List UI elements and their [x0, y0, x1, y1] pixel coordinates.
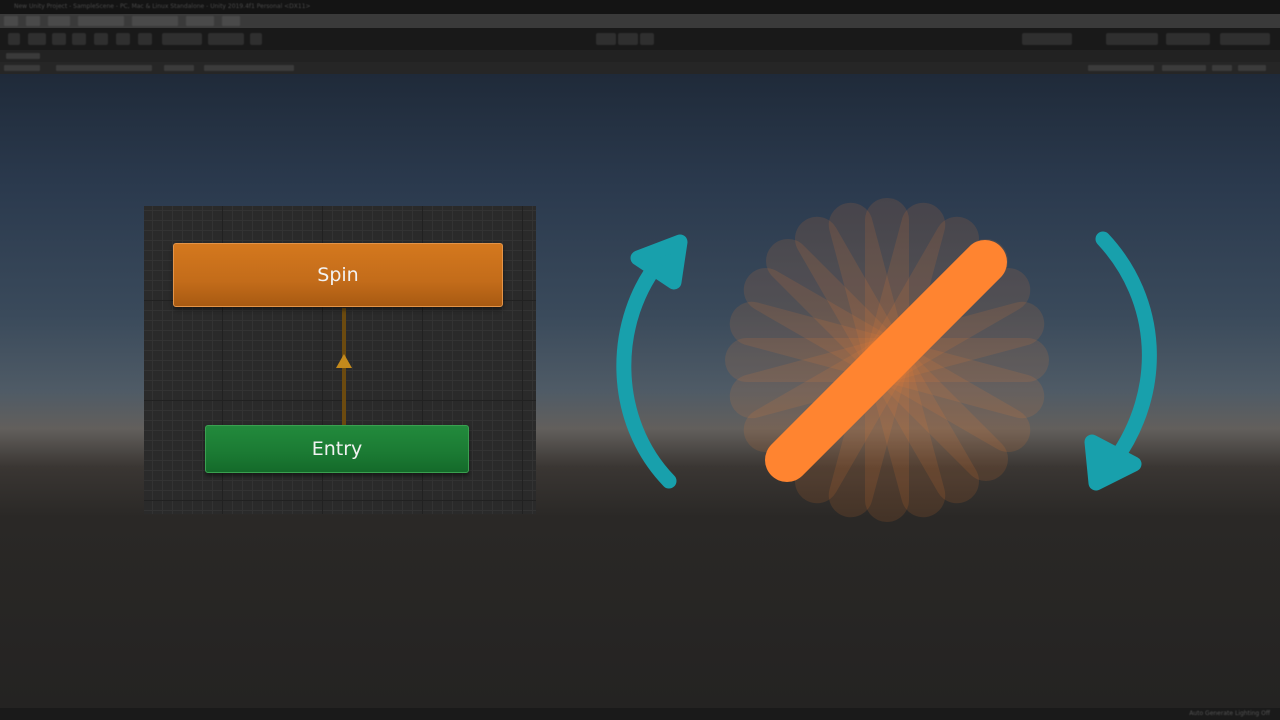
account-dropdown[interactable]: [1106, 33, 1158, 45]
gizmos-dropdown[interactable]: [1238, 65, 1266, 71]
mute-audio-toggle[interactable]: [1162, 65, 1206, 71]
menu-item[interactable]: [4, 16, 18, 26]
scale-label: [164, 65, 194, 71]
move-tool-icon[interactable]: [28, 33, 46, 45]
play-button[interactable]: [596, 33, 616, 45]
grid-snap-icon[interactable]: [250, 33, 262, 45]
menu-item[interactable]: [78, 16, 124, 26]
close-icon[interactable]: [1258, 2, 1268, 12]
menu-item[interactable]: [26, 16, 40, 26]
menu-bar: [0, 14, 1280, 28]
animator-graph[interactable]: Spin Entry: [144, 206, 536, 514]
rect-tool-icon[interactable]: [94, 33, 108, 45]
window-titlebar: New Unity Project - SampleScene - PC, Ma…: [0, 0, 1280, 14]
status-bar: Auto Generate Lighting Off: [0, 708, 1280, 720]
stats-toggle[interactable]: [1212, 65, 1232, 71]
scale-tool-icon[interactable]: [72, 33, 86, 45]
custom-tool-icon[interactable]: [138, 33, 152, 45]
menu-item[interactable]: [48, 16, 70, 26]
tab-bar: [0, 50, 1280, 62]
scale-slider[interactable]: [204, 65, 294, 71]
menu-item[interactable]: [132, 16, 178, 26]
state-spin-label: Spin: [317, 264, 359, 286]
editor-toolbar: [0, 28, 1280, 50]
view-options-bar: [0, 62, 1280, 74]
spin-illustration: [616, 198, 1157, 522]
pause-button[interactable]: [618, 33, 638, 45]
transform-tool-icon[interactable]: [116, 33, 130, 45]
transition-arrow-icon: [336, 354, 352, 368]
state-spin[interactable]: Spin: [173, 243, 503, 307]
menu-item[interactable]: [186, 16, 214, 26]
step-button[interactable]: [640, 33, 654, 45]
hand-tool-icon[interactable]: [8, 33, 20, 45]
window-title: New Unity Project - SampleScene - PC, Ma…: [14, 3, 311, 10]
rotate-counterclockwise-icon: [616, 234, 688, 489]
rotate-clockwise-icon: [1084, 231, 1157, 491]
tab-game[interactable]: [6, 53, 40, 59]
rotate-tool-icon[interactable]: [52, 33, 66, 45]
state-entry[interactable]: Entry: [205, 425, 469, 473]
display-dropdown[interactable]: [4, 65, 40, 71]
layout-dropdown[interactable]: [1220, 33, 1270, 45]
maximize-on-play-toggle[interactable]: [1088, 65, 1154, 71]
state-entry-label: Entry: [311, 438, 363, 460]
aspect-dropdown[interactable]: [56, 65, 152, 71]
local-toggle[interactable]: [208, 33, 244, 45]
status-text: Auto Generate Lighting Off: [1189, 710, 1270, 717]
layers-dropdown[interactable]: [1166, 33, 1210, 45]
maximize-icon[interactable]: [1228, 2, 1238, 12]
minimize-icon[interactable]: [1198, 2, 1208, 12]
pivot-toggle[interactable]: [162, 33, 202, 45]
menu-item[interactable]: [222, 16, 240, 26]
collab-dropdown[interactable]: [1022, 33, 1072, 45]
